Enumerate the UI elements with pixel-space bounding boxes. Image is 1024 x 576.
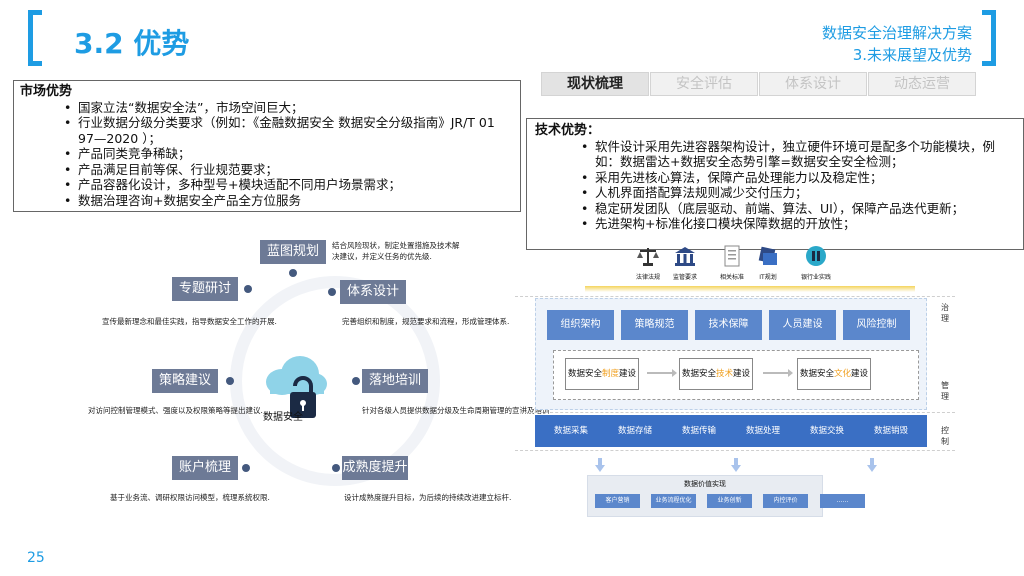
- note-research: 宣传最新理念和最佳实践，指导数据安全工作的开展.: [102, 317, 277, 326]
- slide-title: 3.2 优势: [74, 27, 190, 60]
- control-item: 数据传输: [681, 426, 716, 436]
- node-dot: [244, 285, 252, 293]
- left-bracket-decoration: [28, 10, 42, 66]
- control-item: 数据销毁: [873, 426, 908, 436]
- list-item: 产品容器化设计，多种型号+模块适配不同用户场景需求；: [20, 177, 514, 193]
- market-advantages-list: 国家立法“数据安全法”，市场空间巨大； 行业数据分级分类要求（例如：《金融数据安…: [20, 100, 514, 209]
- node-dot: [289, 269, 297, 277]
- node-dot: [328, 288, 336, 296]
- page-number: 25: [27, 550, 45, 566]
- build-item: 数据安全制度建设: [565, 358, 639, 390]
- node-maturity: 成熟度提升: [342, 456, 408, 480]
- icon-label: 监管要求: [672, 274, 697, 281]
- build-item: 数据安全技术建设: [679, 358, 753, 390]
- header-subtitle-line1: 数据安全治理解决方案: [821, 24, 972, 42]
- note-blueprint: 结合风险现状，制定处置措施及技术解决建议，并定义任务的优先级.: [332, 241, 460, 261]
- value-item: 客户营销: [595, 494, 640, 508]
- note-maturity: 设计成熟度提升目标，为后续的持续改进建立标杆.: [344, 493, 512, 502]
- divider: [515, 296, 955, 297]
- scales-icon: [637, 248, 659, 266]
- icon-label: 银行业实践: [800, 274, 831, 281]
- market-advantages-box: 市场优势 国家立法“数据安全法”，市场空间巨大； 行业数据分级分类要求（例如：《…: [13, 80, 521, 212]
- governance-item: 人员建设: [769, 310, 836, 340]
- control-item: 数据采集: [553, 426, 588, 436]
- list-item: 国家立法“数据安全法”，市场空间巨大；: [20, 100, 514, 116]
- node-dot: [332, 464, 340, 472]
- government-icon: [675, 247, 695, 266]
- tech-advantages-box: 技术优势： 软件设计采用先进容器架构设计，独立硬件环境可是配多个功能模块，例如：…: [526, 118, 1024, 250]
- right-bracket-decoration: [982, 10, 996, 66]
- value-item: 业务创新: [707, 494, 752, 508]
- list-item: 稳定研发团队（底层驱动、前端、算法、UI），保障产品迭代更新；: [535, 201, 1015, 217]
- node-dot: [352, 377, 360, 385]
- list-item: 软件设计采用先进容器架构设计，独立硬件环境可是配多个功能模块，例如：数据雷达+数…: [535, 139, 1015, 170]
- list-item: 产品满足目前等保、行业规范要求；: [20, 162, 514, 178]
- tab-bar: 现状梳理 安全评估 体系设计 动态运营: [541, 72, 977, 96]
- governance-item: 组织架构: [547, 310, 614, 340]
- arrow-down-icon: [595, 458, 605, 472]
- note-account-review: 基于业务流、调研权限访问模型，梳理系统权限.: [110, 493, 270, 502]
- bank-practice-icon: [806, 246, 826, 266]
- note-system-design: 完善组织和制度，规范要求和流程，形成管理体系.: [342, 317, 510, 326]
- arrow-down-icon: [867, 458, 877, 472]
- value-item-more: ……: [820, 494, 865, 508]
- divider: [515, 450, 955, 451]
- node-landing-training: 落地培训: [362, 369, 428, 393]
- arrow-right-icon: [647, 369, 677, 377]
- value-realization-title: 数据价值实现: [684, 480, 726, 488]
- list-item: 产品同类竞争稀缺；: [20, 146, 514, 162]
- side-label-control: 控制: [941, 426, 949, 446]
- list-item: 采用先进核心算法，保障产品处理能力以及稳定性；: [535, 170, 1015, 186]
- arrow-right-icon: [763, 369, 793, 377]
- icon-item: IT规划: [743, 245, 793, 281]
- governance-item: 策略规范: [621, 310, 688, 340]
- node-dot: [242, 464, 250, 472]
- control-item: 数据存储: [617, 426, 652, 436]
- document-icon: [724, 245, 740, 267]
- center-label: 数据安全: [263, 412, 303, 423]
- governance-item: 技术保障: [695, 310, 762, 340]
- icon-item: 银行业实践: [791, 245, 841, 281]
- header-subtitle-line2: 3.未来展望及优势: [852, 46, 972, 64]
- side-label-governance: 治理: [941, 303, 949, 323]
- divider: [515, 412, 955, 413]
- tab-dynamic-operation[interactable]: 动态运营: [868, 72, 976, 96]
- tab-system-design[interactable]: 体系设计: [759, 72, 867, 96]
- policy-gradient-bar: [585, 286, 915, 292]
- build-item: 数据安全文化建设: [797, 358, 871, 390]
- list-item: 人机界面搭配算法规则减少交付压力；: [535, 185, 1015, 201]
- node-dot: [226, 377, 234, 385]
- icon-item: 监管要求: [660, 245, 710, 281]
- node-blueprint: 蓝图规划: [260, 240, 326, 264]
- node-research: 专题研讨: [172, 277, 238, 301]
- tech-advantages-list: 软件设计采用先进容器架构设计，独立硬件环境可是配多个功能模块，例如：数据雷达+数…: [535, 139, 1015, 232]
- tech-advantages-title: 技术优势：: [535, 123, 601, 138]
- tab-security-assessment[interactable]: 安全评估: [650, 72, 758, 96]
- market-advantages-title: 市场优势: [20, 84, 73, 99]
- arrow-down-icon: [731, 458, 741, 472]
- tab-status-review[interactable]: 现状梳理: [541, 72, 649, 96]
- value-item: 业务流程优化: [651, 494, 696, 508]
- server-icon: [758, 246, 777, 265]
- node-strategy: 策略建议: [152, 369, 218, 393]
- header-subtitle: 数据安全治理解决方案 3.未来展望及优势: [822, 22, 972, 66]
- note-strategy: 对访问控制管理模式、强度以及权限策略等提出建议.: [88, 406, 263, 415]
- list-item: 先进架构+标准化接口模块保障数据的开放性；: [535, 216, 1015, 232]
- side-label-management: 管理: [941, 381, 949, 401]
- control-item: 数据处理: [745, 426, 780, 436]
- icon-label: IT规划: [759, 274, 777, 281]
- value-item: 内控评价: [763, 494, 808, 508]
- node-account-review: 账户梳理: [172, 456, 238, 480]
- list-item: 数据治理咨询+数据安全产品全方位服务: [20, 193, 514, 209]
- governance-item: 风险控制: [843, 310, 910, 340]
- control-item: 数据交换: [809, 426, 844, 436]
- node-system-design: 体系设计: [340, 280, 406, 304]
- service-cycle-diagram: 数据安全 蓝图规划 结合风险现状，制定处置措施及技术解决建议，并定义任务的优先级…: [70, 230, 552, 530]
- list-item: 行业数据分级分类要求（例如：《金融数据安全 数据安全分级指南》JR/T 01 9…: [20, 115, 514, 146]
